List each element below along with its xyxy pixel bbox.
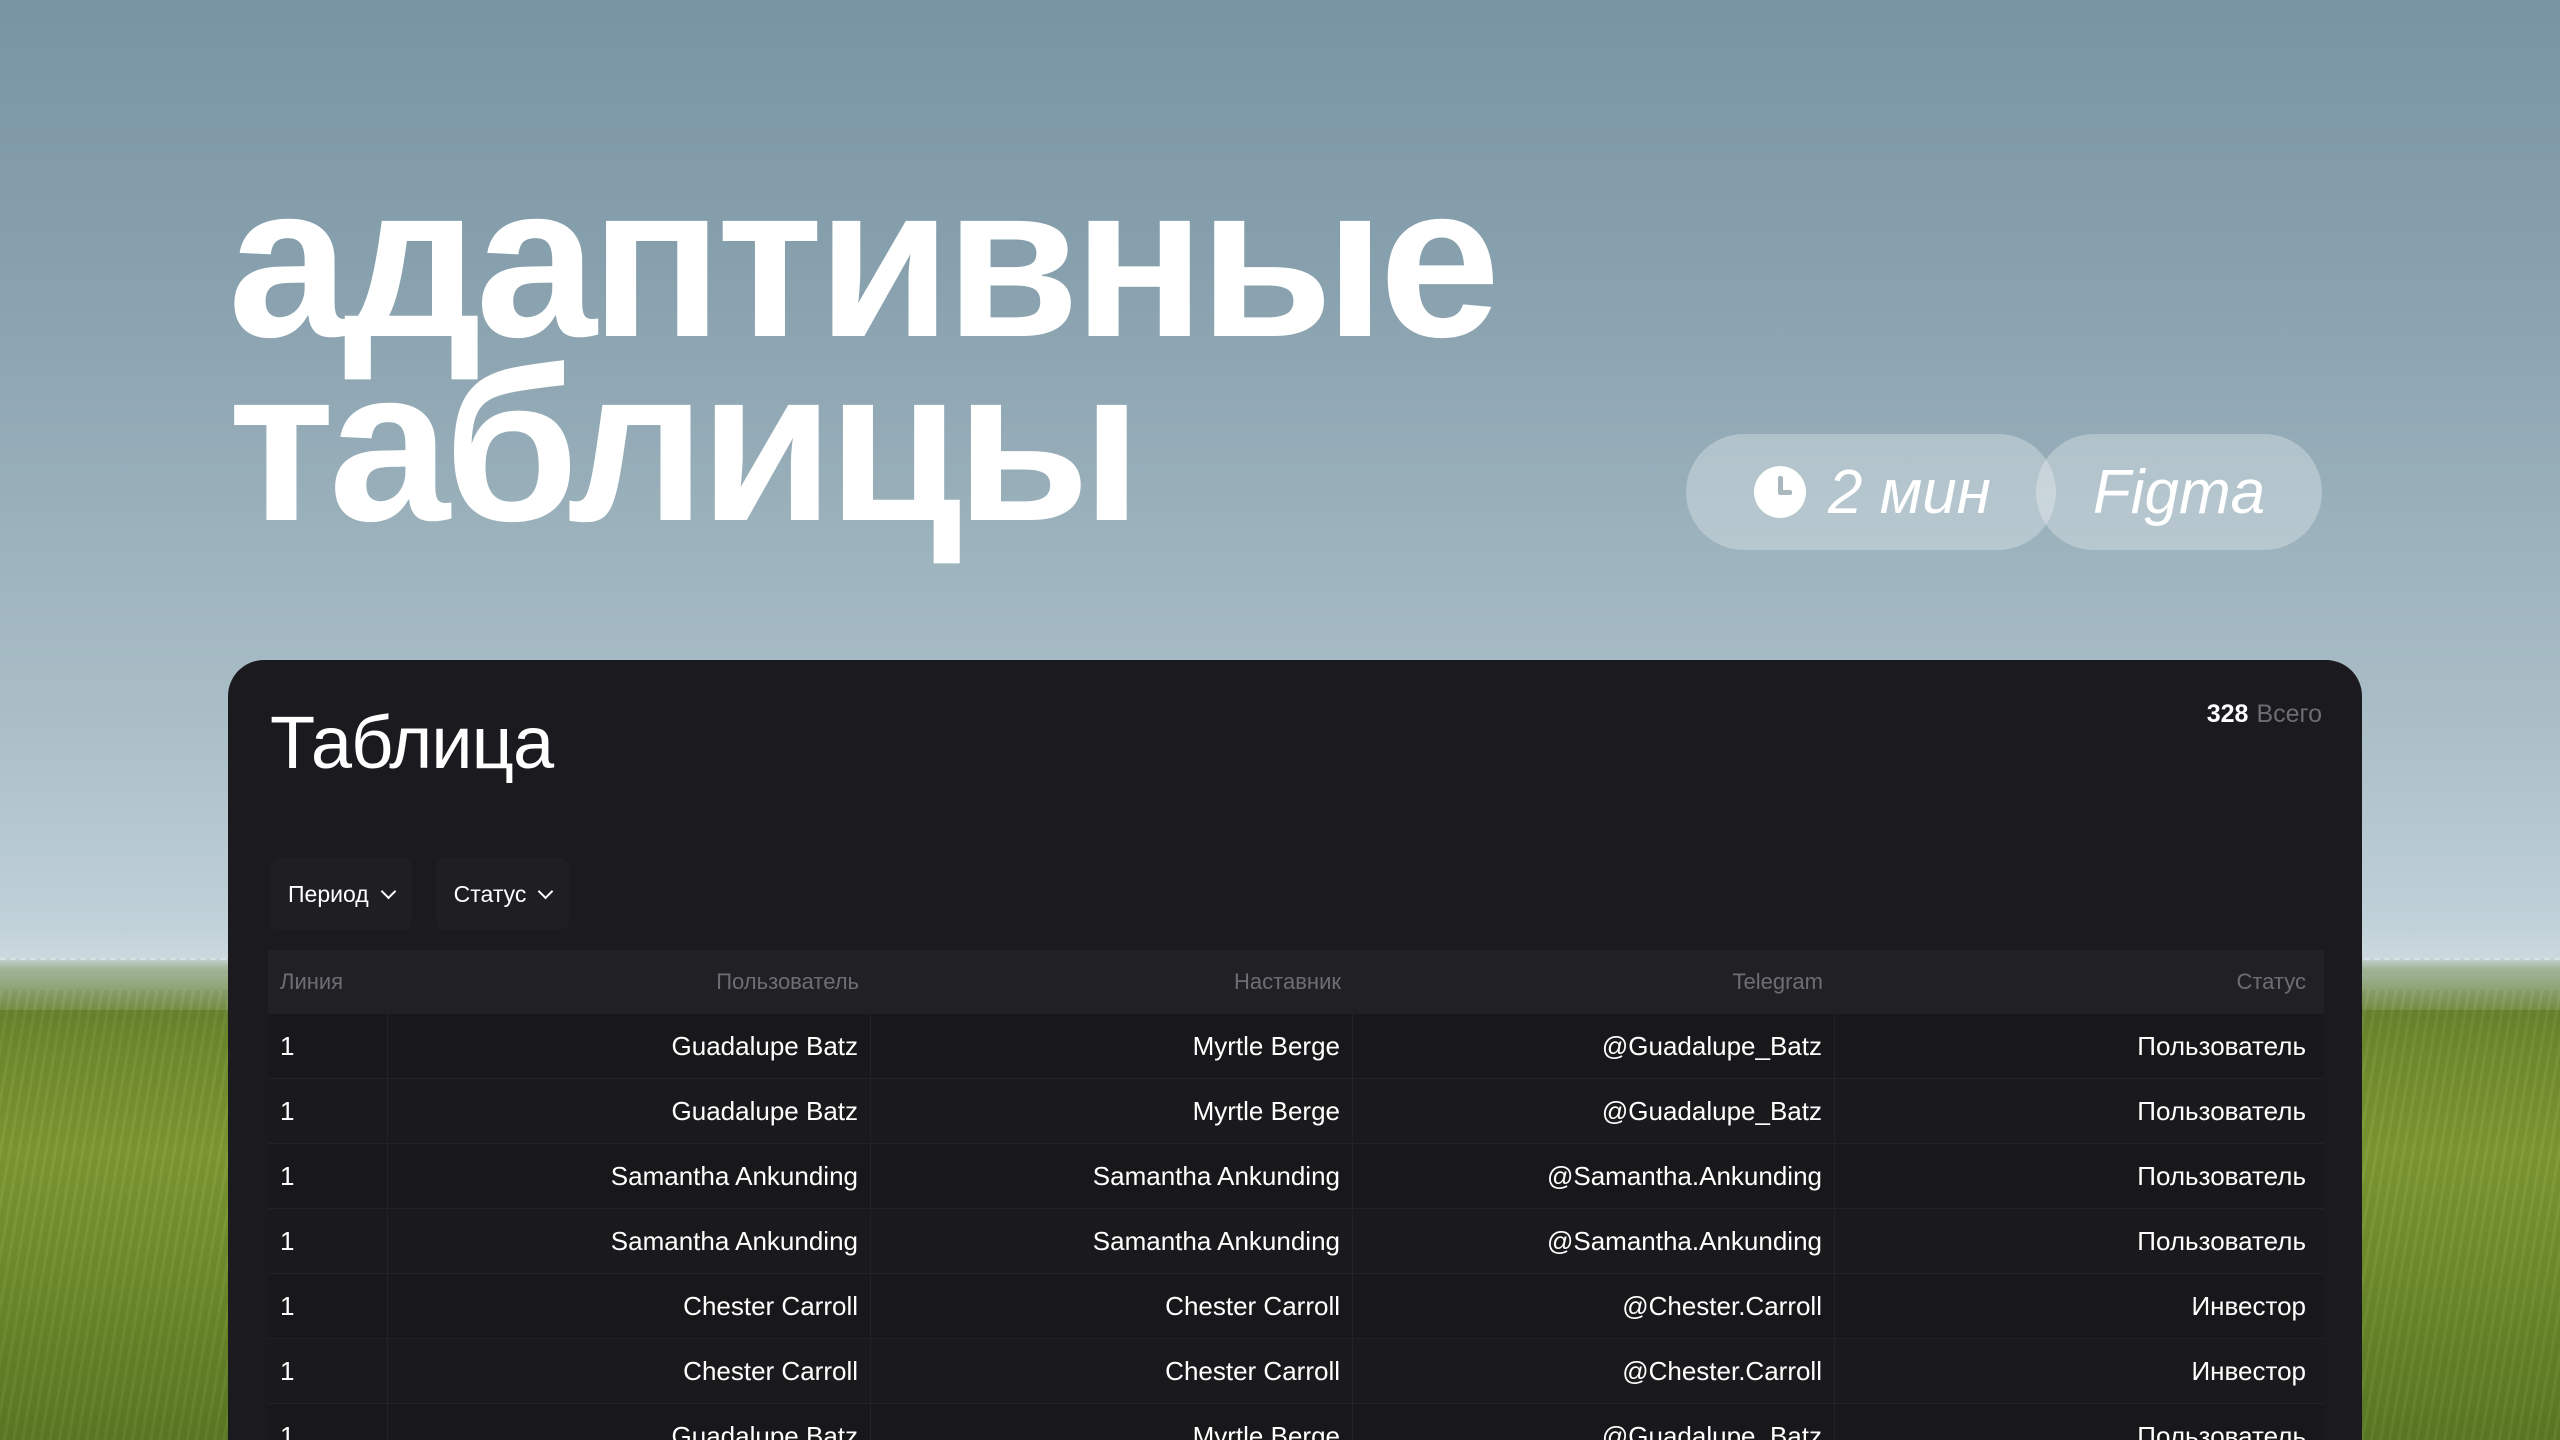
- cell-status: Пользователь: [2137, 1225, 2306, 1256]
- cell-telegram: @Guadalupe_Batz: [1353, 1404, 1835, 1440]
- total-count: 328: [2206, 700, 2249, 728]
- table-row[interactable]: 1 Samantha Ankunding Samantha Ankunding …: [268, 1144, 2324, 1209]
- table-body: 1 Guadalupe Batz Myrtle Berge @Guadalupe…: [268, 1014, 2324, 1440]
- card-title: Таблица: [270, 701, 554, 784]
- total-label: Всего: [2256, 700, 2322, 728]
- table-row[interactable]: 1 Guadalupe Batz Myrtle Berge @Guadalupe…: [268, 1014, 2324, 1079]
- cell-status: Пользователь: [2137, 1420, 2306, 1440]
- cell-line: 1: [268, 1274, 388, 1338]
- column-header-line[interactable]: Линия: [268, 950, 388, 1014]
- cell-status: Инвестор: [2191, 1355, 2306, 1386]
- cell-mentor: Myrtle Berge: [871, 1079, 1353, 1143]
- table-row[interactable]: 1 Chester Carroll Chester Carroll @Chest…: [268, 1274, 2324, 1339]
- column-header-status[interactable]: Статус: [1835, 950, 2324, 1014]
- cell-mentor: Samantha Ankunding: [871, 1144, 1353, 1208]
- cell-status: Пользователь: [2137, 1095, 2306, 1126]
- cell-user: Guadalupe Batz: [388, 1404, 871, 1440]
- cell-user: Guadalupe Batz: [388, 1079, 871, 1143]
- column-header-mentor[interactable]: Наставник: [871, 950, 1353, 1014]
- hero-title: адаптивные таблицы: [228, 153, 1500, 555]
- total-counter: 328 Всего: [2207, 700, 2322, 729]
- cell-line: 1: [268, 1339, 388, 1403]
- cell-mentor: Chester Carroll: [871, 1339, 1353, 1403]
- cell-line: 1: [268, 1404, 388, 1440]
- cell-user: Guadalupe Batz: [388, 1014, 871, 1078]
- table-row[interactable]: 1 Chester Carroll Chester Carroll @Chest…: [268, 1339, 2324, 1404]
- filter-bar: Период Статус: [270, 858, 570, 930]
- cell-mentor: Myrtle Berge: [871, 1014, 1353, 1078]
- cell-telegram: @Chester.Carroll: [1353, 1339, 1835, 1403]
- tool-label: Figma: [2092, 457, 2266, 527]
- column-header-telegram[interactable]: Telegram: [1353, 950, 1835, 1014]
- cell-user: Chester Carroll: [388, 1339, 871, 1403]
- table-row[interactable]: 1 Samantha Ankunding Samantha Ankunding …: [268, 1209, 2324, 1274]
- cell-user: Chester Carroll: [388, 1274, 871, 1338]
- cell-line: 1: [268, 1144, 388, 1208]
- cell-status: Инвестор: [2191, 1290, 2306, 1321]
- cell-mentor: Myrtle Berge: [871, 1404, 1353, 1440]
- cell-telegram: @Samantha.Ankunding: [1353, 1144, 1835, 1208]
- cell-line: 1: [268, 1014, 388, 1078]
- cell-telegram: @Guadalupe_Batz: [1353, 1014, 1835, 1078]
- filter-status-dropdown[interactable]: Статус: [435, 858, 570, 930]
- chevron-down-icon: [380, 883, 396, 899]
- clock-icon: [1754, 466, 1806, 518]
- filter-status-label: Статус: [453, 880, 527, 907]
- cell-user: Samantha Ankunding: [388, 1209, 871, 1273]
- cell-user: Samantha Ankunding: [388, 1144, 871, 1208]
- cell-telegram: @Guadalupe_Batz: [1353, 1079, 1835, 1143]
- table-card: Таблица 328 Всего Период Статус Линия Пол…: [228, 660, 2362, 1440]
- table-row[interactable]: 1 Guadalupe Batz Myrtle Berge @Guadalupe…: [268, 1404, 2324, 1440]
- duration-badge: 2 мин: [1686, 434, 2056, 550]
- column-header-user[interactable]: Пользователь: [388, 950, 871, 1014]
- table-header: Линия Пользователь Наставник Telegram Ст…: [268, 950, 2324, 1014]
- cell-mentor: Chester Carroll: [871, 1274, 1353, 1338]
- cell-status: Пользователь: [2137, 1030, 2306, 1061]
- cell-line: 1: [268, 1209, 388, 1273]
- duration-label: 2 мин: [1828, 457, 1991, 527]
- data-table: Линия Пользователь Наставник Telegram Ст…: [268, 950, 2324, 1440]
- table-row[interactable]: 1 Guadalupe Batz Myrtle Berge @Guadalupe…: [268, 1079, 2324, 1144]
- cell-telegram: @Chester.Carroll: [1353, 1274, 1835, 1338]
- cell-status: Пользователь: [2137, 1160, 2306, 1191]
- cell-line: 1: [268, 1079, 388, 1143]
- filter-period-dropdown[interactable]: Период: [270, 858, 412, 930]
- chevron-down-icon: [538, 883, 554, 899]
- tool-badge: Figma: [2036, 434, 2322, 550]
- filter-period-label: Период: [288, 880, 369, 907]
- cell-telegram: @Samantha.Ankunding: [1353, 1209, 1835, 1273]
- cell-mentor: Samantha Ankunding: [871, 1209, 1353, 1273]
